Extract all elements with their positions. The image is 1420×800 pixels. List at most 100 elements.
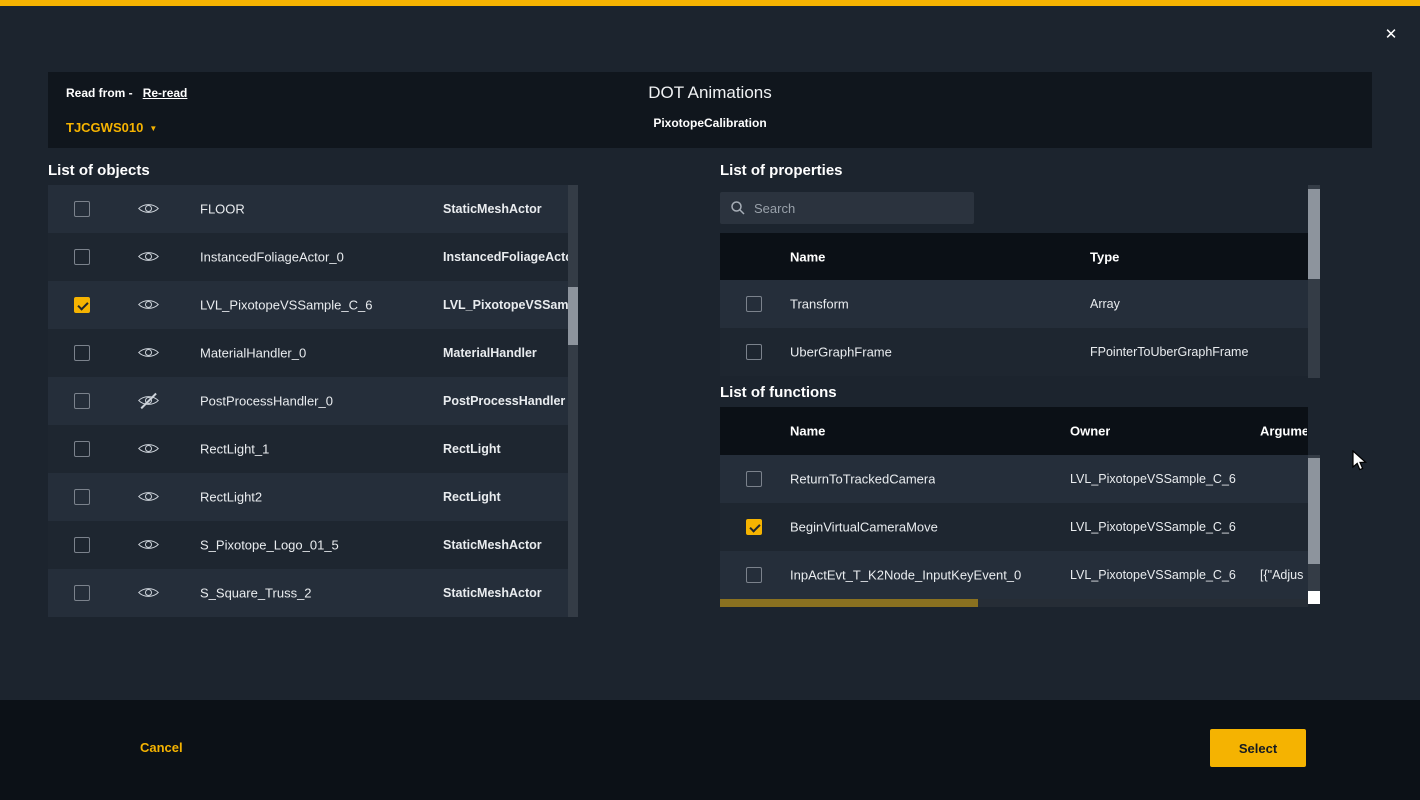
row-checkbox[interactable] [74, 201, 90, 217]
dialog-footer: Cancel Select [0, 700, 1420, 800]
table-row[interactable]: RectLight2 RectLight [48, 473, 578, 521]
object-type: RectLight [443, 442, 571, 456]
function-owner: LVL_PixotopeVSSample_C_6 [1070, 568, 1236, 582]
object-type: StaticMeshActor [443, 538, 571, 552]
cancel-button[interactable]: Cancel [140, 740, 183, 755]
row-checkbox[interactable] [74, 489, 90, 505]
object-type: MaterialHandler [443, 346, 571, 360]
functions-horizontal-scrollbar[interactable] [720, 599, 1308, 607]
object-name: InstancedFoliageActor_0 [200, 250, 344, 265]
visibility-eye-icon[interactable] [140, 296, 158, 314]
scrollbar-thumb[interactable] [1308, 189, 1320, 279]
properties-search[interactable] [720, 192, 974, 224]
visibility-eye-off-icon[interactable] [140, 392, 158, 410]
functions-scrollbar[interactable] [1308, 455, 1320, 591]
table-row[interactable]: InpActEvt_T_K2Node_InputKeyEvent_0 LVL_P… [720, 551, 1308, 599]
properties-table: Name Type Transform Array UberGraphFrame… [720, 233, 1308, 376]
object-name: S_Pixotope_Logo_01_5 [200, 538, 339, 553]
search-icon [730, 200, 746, 216]
column-header-name: Name [790, 249, 825, 264]
function-arguments: [{"Adjus [1260, 568, 1306, 582]
visibility-eye-icon[interactable] [140, 248, 158, 266]
table-row[interactable]: FLOOR StaticMeshActor [48, 185, 578, 233]
object-type: LVL_PixotopeVSSample_C [443, 298, 571, 312]
object-type: RectLight [443, 490, 571, 504]
table-row[interactable]: UberGraphFrame FPointerToUberGraphFrame [720, 328, 1308, 376]
function-owner: LVL_PixotopeVSSample_C_6 [1070, 472, 1236, 486]
row-checkbox[interactable] [746, 296, 762, 312]
table-row[interactable]: LVL_PixotopeVSSample_C_6 LVL_PixotopeVSS… [48, 281, 578, 329]
object-name: LVL_PixotopeVSSample_C_6 [200, 298, 373, 313]
row-checkbox[interactable] [74, 345, 90, 361]
property-type: Array [1090, 297, 1120, 311]
row-checkbox[interactable] [746, 471, 762, 487]
row-checkbox[interactable] [74, 393, 90, 409]
visibility-eye-icon[interactable] [140, 584, 158, 602]
function-owner: LVL_PixotopeVSSample_C_6 [1070, 520, 1236, 534]
functions-table: Name Owner Arguments ReturnToTrackedCame… [720, 407, 1308, 599]
function-name: InpActEvt_T_K2Node_InputKeyEvent_0 [790, 568, 1021, 583]
table-row[interactable]: ReturnToTrackedCamera LVL_PixotopeVSSamp… [720, 455, 1308, 503]
row-checkbox[interactable] [746, 344, 762, 360]
table-row[interactable]: BeginVirtualCameraMove LVL_PixotopeVSSam… [720, 503, 1308, 551]
table-row[interactable]: InstancedFoliageActor_0 InstancedFoliage… [48, 233, 578, 281]
properties-panel-title: List of properties [720, 162, 843, 179]
object-type: PostProcessHandler [443, 394, 571, 408]
object-name: RectLight2 [200, 490, 262, 505]
column-header-type: Type [1090, 249, 1119, 264]
visibility-eye-icon[interactable] [140, 200, 158, 218]
object-type: InstancedFoliageActor [443, 250, 571, 264]
select-button[interactable]: Select [1210, 729, 1306, 767]
row-checkbox[interactable] [746, 519, 762, 535]
row-checkbox[interactable] [74, 441, 90, 457]
column-header-arguments: Arguments [1260, 424, 1307, 439]
object-name: PostProcessHandler_0 [200, 394, 333, 409]
function-name: ReturnToTrackedCamera [790, 472, 935, 487]
row-checkbox[interactable] [74, 297, 90, 313]
property-type: FPointerToUberGraphFrame [1090, 345, 1248, 359]
objects-scrollbar[interactable] [568, 185, 578, 617]
functions-table-header: Name Owner Arguments [720, 407, 1308, 455]
property-name: UberGraphFrame [790, 345, 892, 360]
search-input[interactable] [754, 201, 964, 216]
properties-scrollbar[interactable] [1308, 185, 1320, 378]
scrollbar-thumb[interactable] [1308, 458, 1320, 564]
close-button[interactable]: ✕ [1378, 22, 1404, 48]
object-name: FLOOR [200, 202, 245, 217]
row-checkbox[interactable] [74, 585, 90, 601]
page-title: DOT Animations [48, 83, 1372, 103]
objects-panel-title: List of objects [48, 162, 150, 179]
table-row[interactable]: S_Pixotope_Logo_01_5 StaticMeshActor [48, 521, 578, 569]
visibility-eye-icon[interactable] [140, 440, 158, 458]
close-icon: ✕ [1385, 26, 1398, 43]
scrollbar-thumb[interactable] [568, 287, 578, 345]
visibility-eye-icon[interactable] [140, 536, 158, 554]
row-checkbox[interactable] [74, 249, 90, 265]
object-name: S_Square_Truss_2 [200, 586, 312, 601]
properties-table-header: Name Type [720, 233, 1308, 280]
row-checkbox[interactable] [74, 537, 90, 553]
column-header-owner: Owner [1070, 424, 1110, 439]
scrollbar-corner [1308, 591, 1320, 604]
dialog-header: Read from -Re-read TJCGWS010▼ DOT Animat… [48, 72, 1372, 148]
object-name: MaterialHandler_0 [200, 346, 306, 361]
visibility-eye-icon[interactable] [140, 488, 158, 506]
visibility-eye-icon[interactable] [140, 344, 158, 362]
functions-panel-title: List of functions [720, 384, 837, 401]
object-type: StaticMeshActor [443, 586, 571, 600]
object-type: StaticMeshActor [443, 202, 571, 216]
column-header-name: Name [790, 424, 825, 439]
mouse-cursor [1350, 450, 1370, 472]
table-row[interactable]: MaterialHandler_0 MaterialHandler [48, 329, 578, 377]
objects-table: FLOOR StaticMeshActor InstancedFoliageAc… [48, 185, 578, 617]
table-row[interactable]: RectLight_1 RectLight [48, 425, 578, 473]
table-row[interactable]: Transform Array [720, 280, 1308, 328]
table-row[interactable]: S_Square_Truss_2 StaticMeshActor [48, 569, 578, 617]
object-name: RectLight_1 [200, 442, 269, 457]
scrollbar-thumb[interactable] [720, 599, 978, 607]
function-name: BeginVirtualCameraMove [790, 520, 938, 535]
row-checkbox[interactable] [746, 567, 762, 583]
page-subtitle: PixotopeCalibration [48, 116, 1372, 130]
table-row[interactable]: PostProcessHandler_0 PostProcessHandler [48, 377, 578, 425]
accent-top-bar [0, 0, 1420, 6]
